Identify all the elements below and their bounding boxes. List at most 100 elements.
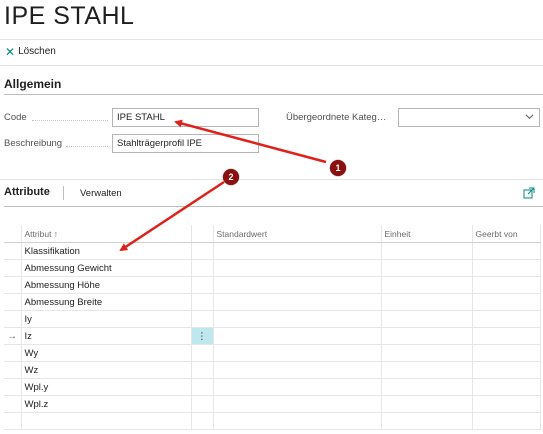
attribute-name-cell[interactable]: Iy bbox=[21, 310, 192, 328]
table-row[interactable]: Wz bbox=[4, 361, 541, 379]
default-value-cell[interactable] bbox=[213, 293, 382, 311]
attributes-divider bbox=[4, 206, 543, 207]
unit-cell[interactable] bbox=[381, 327, 473, 345]
table-row[interactable]: Wpl.z bbox=[4, 395, 541, 413]
inherited-from-cell bbox=[472, 344, 541, 362]
unit-cell[interactable] bbox=[381, 378, 473, 396]
row-indicator bbox=[4, 293, 22, 311]
menu-column-header bbox=[191, 225, 214, 243]
table-row[interactable] bbox=[4, 412, 541, 430]
inherited-from-cell bbox=[472, 327, 541, 345]
general-divider bbox=[0, 179, 543, 180]
row-menu-cell bbox=[191, 293, 214, 311]
column-header-default[interactable]: Standardwert bbox=[213, 225, 382, 243]
inherited-from-cell bbox=[472, 412, 541, 430]
parent-category-label: Übergeordnete Kateg… bbox=[286, 112, 387, 123]
column-header-inherited[interactable]: Geerbt von bbox=[472, 225, 541, 243]
default-value-cell[interactable] bbox=[213, 361, 382, 379]
description-leader bbox=[66, 146, 108, 147]
default-value-cell[interactable] bbox=[213, 242, 382, 260]
attribute-name-cell[interactable]: Abmessung Gewicht bbox=[21, 259, 192, 277]
table-row[interactable]: Klassifikation bbox=[4, 242, 541, 260]
row-indicator bbox=[4, 310, 22, 328]
inherited-from-cell bbox=[472, 293, 541, 311]
action-bar-divider bbox=[0, 65, 543, 66]
table-row[interactable]: → Iz ⋮ bbox=[4, 327, 541, 345]
table-row[interactable]: Abmessung Höhe bbox=[4, 276, 541, 294]
inherited-from-cell bbox=[472, 259, 541, 277]
unit-cell[interactable] bbox=[381, 276, 473, 294]
default-value-cell[interactable] bbox=[213, 327, 382, 345]
attributes-title: Attribute bbox=[4, 186, 50, 198]
share-icon[interactable] bbox=[523, 186, 535, 199]
column-header-attribute[interactable]: Attribut ↑ bbox=[21, 225, 192, 243]
description-field[interactable]: Stahlträgerprofil IPE bbox=[112, 134, 259, 153]
delete-label: Löschen bbox=[18, 46, 56, 57]
attribute-name-cell[interactable] bbox=[21, 412, 192, 430]
attribute-name-cell[interactable]: Wpl.y bbox=[21, 378, 192, 396]
row-menu-button[interactable]: ⋮ bbox=[191, 327, 214, 345]
table-row[interactable]: Abmessung Gewicht bbox=[4, 259, 541, 277]
unit-cell[interactable] bbox=[381, 310, 473, 328]
row-menu-cell bbox=[191, 344, 214, 362]
inherited-from-cell bbox=[472, 395, 541, 413]
attribute-name-cell[interactable]: Wy bbox=[21, 344, 192, 362]
parent-category-select[interactable] bbox=[398, 108, 540, 127]
delete-button[interactable]: ✕ Löschen bbox=[5, 44, 56, 59]
unit-cell[interactable] bbox=[381, 259, 473, 277]
attribute-name-cell[interactable]: Klassifikation bbox=[21, 242, 192, 260]
default-value-cell[interactable] bbox=[213, 378, 382, 396]
row-indicator: → bbox=[4, 327, 22, 345]
code-field[interactable]: IPE STAHL bbox=[112, 108, 259, 127]
annotation-badge-1: 1 bbox=[330, 160, 346, 176]
row-indicator bbox=[4, 276, 22, 294]
close-icon: ✕ bbox=[5, 44, 16, 59]
attribute-name-cell[interactable]: Abmessung Höhe bbox=[21, 276, 192, 294]
row-indicator bbox=[4, 361, 22, 379]
page-title: IPE STAHL bbox=[4, 2, 135, 30]
table-row[interactable]: Wy bbox=[4, 344, 541, 362]
default-value-cell[interactable] bbox=[213, 395, 382, 413]
row-indicator bbox=[4, 344, 22, 362]
unit-cell[interactable] bbox=[381, 293, 473, 311]
table-row[interactable]: Abmessung Breite bbox=[4, 293, 541, 311]
unit-cell[interactable] bbox=[381, 412, 473, 430]
default-value-cell[interactable] bbox=[213, 259, 382, 277]
attribute-name-cell[interactable]: Wz bbox=[21, 361, 192, 379]
default-value-cell[interactable] bbox=[213, 310, 382, 328]
attribute-name-cell[interactable]: Abmessung Breite bbox=[21, 293, 192, 311]
row-indicator-header bbox=[4, 225, 22, 243]
section-title-general: Allgemein bbox=[4, 77, 62, 91]
row-menu-cell bbox=[191, 259, 214, 277]
table-header-row: Attribut ↑ Standardwert Einheit Geerbt v… bbox=[4, 225, 541, 243]
inherited-from-cell bbox=[472, 361, 541, 379]
table-row[interactable]: Iy bbox=[4, 310, 541, 328]
table-row[interactable]: Wpl.y bbox=[4, 378, 541, 396]
row-indicator bbox=[4, 259, 22, 277]
unit-cell[interactable] bbox=[381, 344, 473, 362]
row-menu-cell bbox=[191, 361, 214, 379]
description-label: Beschreibung bbox=[4, 138, 63, 149]
inherited-from-cell bbox=[472, 276, 541, 294]
section-divider bbox=[4, 94, 543, 95]
row-menu-cell bbox=[191, 395, 214, 413]
inherited-from-cell bbox=[472, 310, 541, 328]
row-indicator bbox=[4, 378, 22, 396]
manage-button[interactable]: Verwalten bbox=[80, 188, 122, 199]
attributes-table: Attribut ↑ Standardwert Einheit Geerbt v… bbox=[4, 225, 541, 430]
unit-cell[interactable] bbox=[381, 395, 473, 413]
row-menu-cell bbox=[191, 276, 214, 294]
unit-cell[interactable] bbox=[381, 361, 473, 379]
column-header-unit[interactable]: Einheit bbox=[381, 225, 473, 243]
row-menu-cell bbox=[191, 412, 214, 430]
attribute-name-cell[interactable]: Iz bbox=[21, 327, 192, 345]
chevron-down-icon bbox=[525, 112, 534, 124]
unit-cell[interactable] bbox=[381, 242, 473, 260]
default-value-cell[interactable] bbox=[213, 344, 382, 362]
attribute-name-cell[interactable]: Wpl.z bbox=[21, 395, 192, 413]
default-value-cell[interactable] bbox=[213, 276, 382, 294]
row-menu-cell bbox=[191, 242, 214, 260]
row-indicator bbox=[4, 395, 22, 413]
default-value-cell[interactable] bbox=[213, 412, 382, 430]
code-label: Code bbox=[4, 112, 27, 123]
